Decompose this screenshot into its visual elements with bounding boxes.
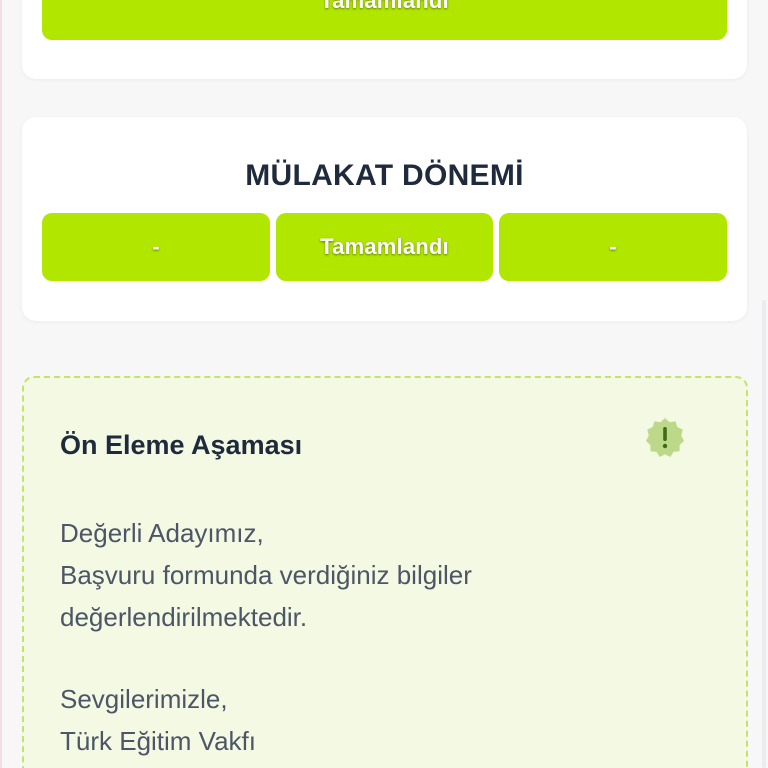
exclamation-badge-icon — [646, 418, 684, 457]
stage-pill-2-label: Tamamlandı — [320, 234, 449, 259]
status-pill-label: Tamamlandı — [320, 0, 449, 13]
stage-pill-2[interactable]: Tamamlandı — [276, 213, 493, 281]
notice-body: Değerli Adayımız, Başvuru formunda verdi… — [60, 512, 700, 762]
notice-line: Değerli Adayımız, — [60, 518, 264, 548]
status-pill-top[interactable]: Tamamlandı — [42, 0, 727, 40]
stage-pill-3[interactable]: - — [499, 213, 727, 281]
notice-line: değerlendirilmektedir. — [60, 602, 308, 632]
stage-pill-1-label: - — [152, 234, 160, 259]
notice-line: Başvuru formunda verdiğiniz bilgiler — [60, 560, 472, 590]
notice-line: Sevgilerimizle, — [60, 684, 228, 714]
notice-card: Ön Eleme Aşaması Değerli Adayımız, Başvu… — [22, 376, 748, 768]
left-edge — [0, 0, 2, 768]
notice-title: Ön Eleme Aşaması — [60, 430, 303, 460]
page: Tamamlandı MÜLAKAT DÖNEMİ - Tamamlandı -… — [0, 0, 768, 768]
notice-line: Türk Eğitim Vakfı — [60, 726, 257, 756]
stage-pill-1[interactable]: - — [42, 213, 270, 281]
mulakat-card: MÜLAKAT DÖNEMİ - Tamamlandı - — [22, 117, 747, 321]
scrollbar-track[interactable] — [762, 300, 766, 768]
status-card-top: Tamamlandı — [22, 0, 747, 79]
section-title: MÜLAKAT DÖNEMİ — [245, 159, 524, 192]
stage-pill-3-label: - — [609, 234, 617, 259]
